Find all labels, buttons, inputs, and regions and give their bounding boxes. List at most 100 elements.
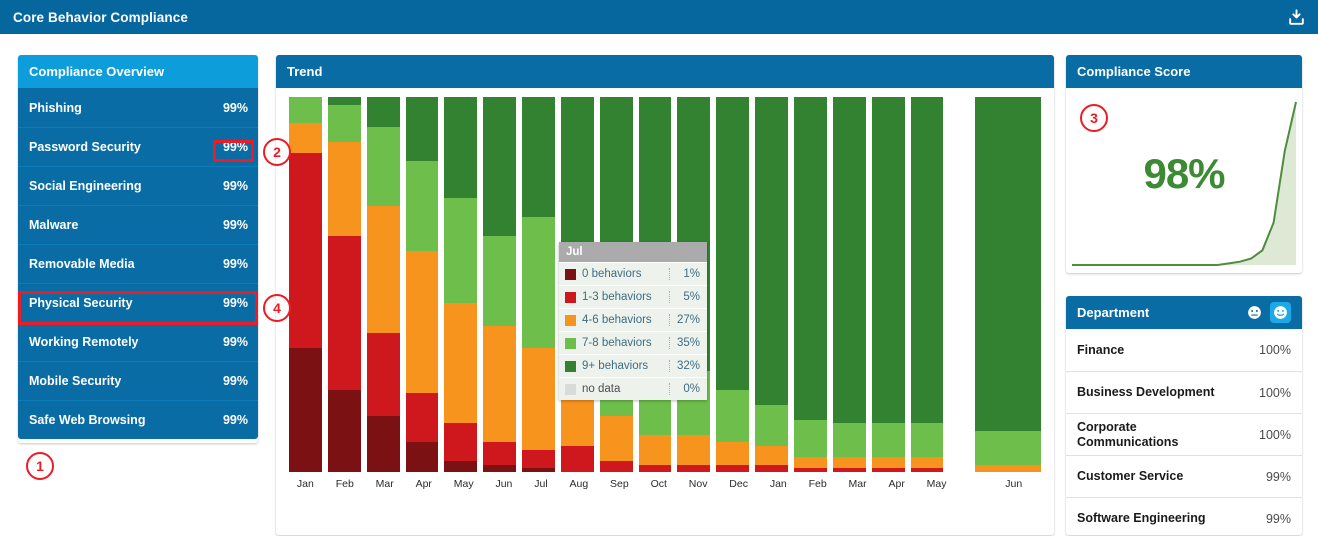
bar-segment	[638, 464, 672, 472]
x-axis-label: Jun	[495, 478, 513, 490]
bar-segment	[327, 97, 361, 105]
bar-segment	[716, 389, 750, 442]
app-header: Core Behavior Compliance	[0, 0, 1318, 34]
trend-chart[interactable]: Jan Feb Mar Apr May Jun Jul Aug Sep Oct Nov Dec Jan F…	[276, 88, 1054, 490]
bar-column[interactable]	[286, 97, 325, 472]
bar-segment	[975, 464, 1042, 472]
department-row[interactable]: Customer Service 99%	[1066, 455, 1302, 497]
overview-row[interactable]: Safe Web Browsing 99%	[18, 400, 258, 439]
stacked-bar[interactable]	[755, 97, 788, 472]
tooltip-row: 1-3 behaviors 5%	[559, 285, 707, 308]
department-list: Finance 100% Business Development 100% Corpo…	[1066, 329, 1302, 536]
compliance-score-title: Compliance Score	[1077, 64, 1191, 79]
bar-column[interactable]	[364, 97, 403, 472]
tooltip-row: 9+ behaviors 32%	[559, 354, 707, 377]
bar-column[interactable]	[480, 97, 519, 472]
bar-segment	[483, 235, 517, 326]
bar-segment	[871, 97, 905, 424]
bar-segment	[522, 449, 555, 469]
page-title: Core Behavior Compliance	[13, 9, 188, 25]
department-row[interactable]: Software Engineering 99%	[1066, 497, 1302, 536]
bar-segment	[483, 442, 517, 465]
compliance-overview-panel: Compliance Overview Phishing 99% Password …	[18, 55, 258, 443]
bar-column[interactable]	[713, 97, 752, 472]
stacked-bar[interactable]	[716, 97, 750, 472]
bar-column[interactable]	[752, 97, 791, 472]
department-row-value: 99%	[1265, 511, 1291, 526]
bar-segment	[405, 250, 439, 394]
bar-segment	[289, 97, 322, 124]
overview-row[interactable]: Physical Security 99%	[18, 283, 258, 322]
overview-row-value: 99%	[222, 296, 248, 310]
stacked-bar[interactable]	[289, 97, 322, 472]
bar-segment	[522, 217, 555, 349]
bar-segment	[975, 430, 1042, 465]
bar-column[interactable]	[972, 97, 1044, 472]
bar-segment	[405, 160, 439, 251]
department-row-label: Software Engineering	[1077, 511, 1206, 526]
bar-column[interactable]	[791, 97, 830, 472]
bar-column[interactable]	[403, 97, 442, 472]
neutral-face-icon[interactable]	[1244, 302, 1265, 323]
stacked-bar[interactable]	[832, 97, 866, 472]
bar-column[interactable]	[519, 97, 558, 472]
x-axis-label: Jan	[769, 478, 787, 490]
stacked-bar[interactable]	[366, 97, 400, 472]
tooltip-row-label: 7-8 behaviors	[582, 337, 652, 349]
overview-row[interactable]: Working Remotely 99%	[18, 322, 258, 361]
compliance-overview-list: Phishing 99% Password Security 99% Social En…	[18, 88, 258, 439]
overview-row[interactable]: Malware 99%	[18, 205, 258, 244]
bar-segment	[444, 423, 478, 461]
bar-segment	[289, 348, 322, 472]
stacked-bar[interactable]	[327, 97, 361, 472]
compliance-score-value: 98%	[1143, 150, 1225, 197]
bar-segment	[793, 468, 827, 472]
bar-segment	[716, 464, 750, 472]
department-row[interactable]: Corporate Communications 100%	[1066, 413, 1302, 455]
overview-row[interactable]: Removable Media 99%	[18, 244, 258, 283]
stacked-bar[interactable]	[975, 97, 1042, 472]
bar-column[interactable]	[325, 97, 364, 472]
bar-segment	[366, 205, 400, 334]
stacked-bar[interactable]	[405, 97, 439, 472]
stacked-bar[interactable]	[793, 97, 827, 472]
bar-segment	[910, 423, 944, 457]
bar-segment	[366, 415, 400, 472]
overview-row-value: 99%	[222, 413, 248, 427]
stacked-bar[interactable]	[910, 97, 944, 472]
x-axis-label: Apr	[415, 478, 432, 490]
bar-segment	[755, 404, 788, 446]
bar-column[interactable]	[830, 97, 869, 472]
stacked-bar[interactable]	[444, 97, 478, 472]
bar-segment	[444, 198, 478, 304]
overview-row[interactable]: Mobile Security 99%	[18, 361, 258, 400]
overview-row[interactable]: Social Engineering 99%	[18, 166, 258, 205]
bar-segment	[444, 97, 478, 199]
bar-segment	[910, 468, 944, 472]
bar-column[interactable]	[908, 97, 947, 472]
overview-row[interactable]: Phishing 99%	[18, 88, 258, 127]
bar-segment	[793, 457, 827, 469]
bar-segment	[405, 97, 439, 161]
overview-row-label: Mobile Security	[29, 374, 122, 388]
bar-segment	[522, 97, 555, 217]
bar-column[interactable]	[441, 97, 480, 472]
smiley-face-icon[interactable]	[1270, 302, 1291, 323]
bar-column[interactable]	[869, 97, 908, 472]
bar-segment	[483, 464, 517, 472]
department-row[interactable]: Business Development 100%	[1066, 371, 1302, 413]
compliance-score-header: Compliance Score	[1066, 55, 1302, 88]
stacked-bar[interactable]	[522, 97, 555, 472]
download-icon[interactable]	[1284, 6, 1308, 28]
legend-swatch-icon	[565, 268, 576, 280]
trend-title: Trend	[287, 64, 323, 79]
bar-segment	[755, 97, 788, 405]
overview-row-value: 99%	[222, 218, 248, 232]
stacked-bar[interactable]	[483, 97, 517, 472]
overview-row[interactable]: Password Security 99%	[18, 127, 258, 166]
stacked-bar[interactable]	[871, 97, 905, 472]
x-axis-label: Mar	[375, 478, 394, 490]
tooltip-row-label: 4-6 behaviors	[582, 314, 652, 326]
department-row-label: Business Development	[1077, 385, 1215, 400]
department-row[interactable]: Finance 100%	[1066, 329, 1302, 371]
